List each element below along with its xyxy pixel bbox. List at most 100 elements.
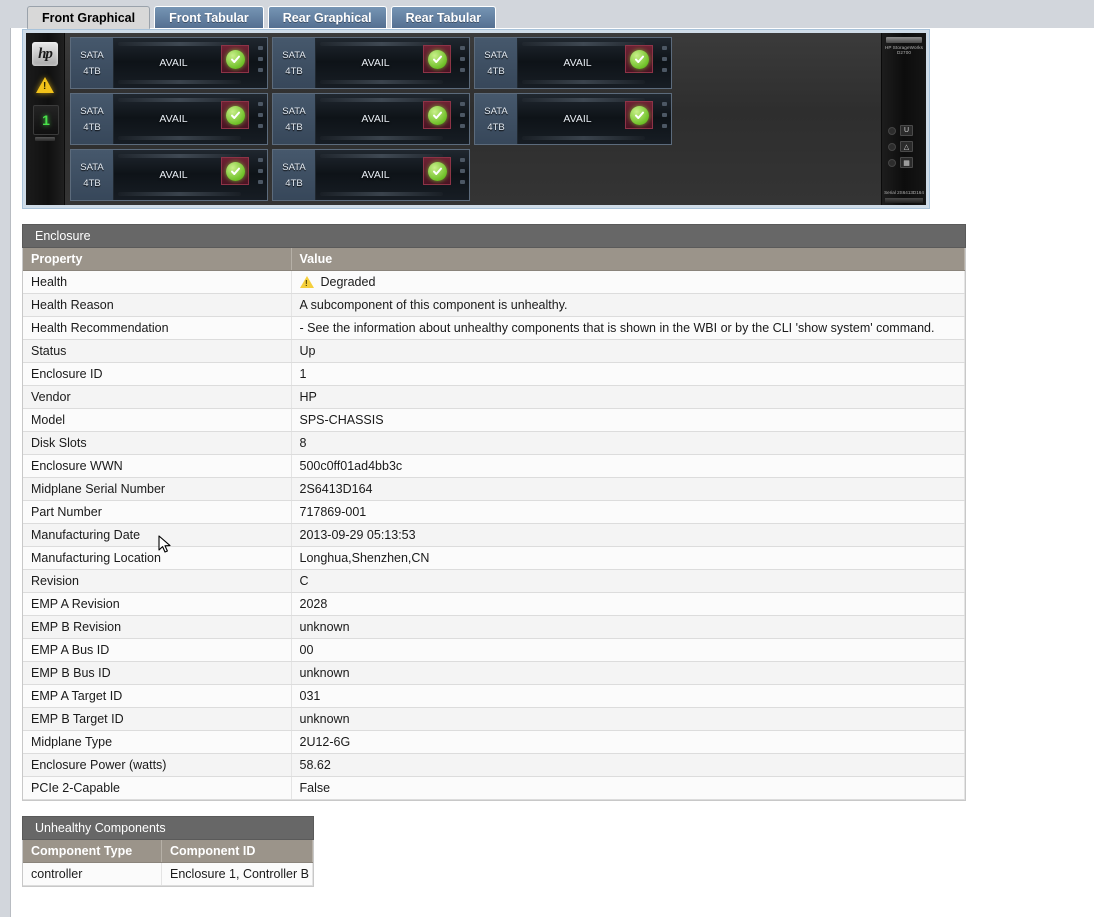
- column-header-property[interactable]: Property: [23, 248, 292, 271]
- disk-bay[interactable]: SATA 4TB AVAIL: [272, 37, 470, 89]
- column-header-component-type[interactable]: Component Type: [23, 840, 162, 863]
- enclosure-graphic[interactable]: hp 1 SATA 4TB AVAIL: [22, 29, 930, 209]
- check-circle-icon: [427, 105, 447, 125]
- enclosure-brand-plate: [886, 37, 922, 43]
- property-name: Disk Slots: [23, 431, 292, 455]
- disk-bay-row: SATA 4TB AVAIL: [70, 93, 680, 145]
- disk-label: SATA 4TB: [71, 150, 114, 200]
- check-circle-icon: [427, 49, 447, 69]
- hp-logo-icon: hp: [32, 42, 58, 66]
- disk-label: SATA 4TB: [475, 94, 518, 144]
- disk-health-badge: [221, 101, 249, 129]
- disk-capacity: 4TB: [487, 121, 505, 133]
- disk-grip-icon: [460, 158, 465, 184]
- enclosure-ear-slot: [35, 137, 55, 141]
- enclosure-properties-table: Property Value Health Degraded: [23, 248, 965, 800]
- property-name: EMP A Revision: [23, 592, 292, 616]
- property-value: C: [291, 569, 965, 593]
- check-circle-icon: [225, 49, 245, 69]
- property-name: Model: [23, 408, 292, 432]
- tab-rear-tabular[interactable]: Rear Tabular: [390, 6, 497, 28]
- property-name: Enclosure ID: [23, 362, 292, 386]
- disk-health-badge: [423, 101, 451, 129]
- enclosure-led-cluster: U △ ▦: [888, 125, 913, 173]
- disk-grip-icon: [258, 46, 263, 72]
- property-value: Longhua,Shenzhen,CN: [291, 546, 965, 570]
- disk-interface: SATA: [484, 49, 508, 61]
- column-header-value[interactable]: Value: [291, 248, 965, 271]
- property-name: Manufacturing Date: [23, 523, 292, 547]
- table-row: PCIe 2-Capable False: [23, 776, 965, 800]
- unhealthy-components-panel: Unhealthy Components Component Type Comp…: [22, 816, 314, 887]
- tab-rear-graphical[interactable]: Rear Graphical: [267, 6, 387, 28]
- disk-face: AVAIL: [114, 38, 267, 88]
- table-header-row: Component Type Component ID: [23, 840, 313, 863]
- table-row: Manufacturing Location Longhua,Shenzhen,…: [23, 546, 965, 570]
- enclosure-panel-title: Enclosure: [22, 224, 966, 248]
- unhealthy-panel-title: Unhealthy Components: [22, 816, 314, 840]
- disk-label: SATA 4TB: [71, 38, 114, 88]
- property-name: Part Number: [23, 500, 292, 524]
- disk-interface: SATA: [282, 161, 306, 173]
- disk-state: AVAIL: [159, 169, 188, 181]
- enclosure-right-ear: HP StorageWorks D2700 U △ ▦ Serial 2S641…: [881, 33, 926, 205]
- unhealthy-components-body: controller Enclosure 1, Controller B: [23, 862, 313, 886]
- disk-bay[interactable]: SATA 4TB AVAIL: [272, 93, 470, 145]
- table-row: Enclosure ID 1: [23, 362, 965, 386]
- disk-state: AVAIL: [159, 113, 188, 125]
- unhealthy-tablebox: Component Type Component ID controller E…: [22, 840, 314, 887]
- disk-bay[interactable]: SATA 4TB AVAIL: [474, 37, 672, 89]
- table-row: Enclosure Power (watts) 58.62: [23, 753, 965, 777]
- table-row: Vendor HP: [23, 385, 965, 409]
- disk-capacity: 4TB: [83, 177, 101, 189]
- property-value: 58.62: [291, 753, 965, 777]
- disk-interface: SATA: [80, 49, 104, 61]
- disk-bay-row: SATA 4TB AVAIL: [70, 149, 680, 201]
- disk-health-badge: [625, 45, 653, 73]
- table-row: Part Number 717869-001: [23, 500, 965, 524]
- table-row: Model SPS-CHASSIS: [23, 408, 965, 432]
- enclosure-properties-panel: Enclosure Property Value Health ! Degrad…: [22, 224, 966, 801]
- disk-grip-icon: [662, 102, 667, 128]
- disk-grip-icon: [460, 46, 465, 72]
- property-name: Enclosure WWN: [23, 454, 292, 478]
- disk-capacity: 4TB: [83, 65, 101, 77]
- property-name: Revision: [23, 569, 292, 593]
- led-locate: ▦: [888, 157, 913, 168]
- disk-label: SATA 4TB: [273, 38, 316, 88]
- table-row: EMP B Revision unknown: [23, 615, 965, 639]
- tab-strip: Front Graphical Front Tabular Rear Graph…: [27, 6, 497, 29]
- property-value: unknown: [291, 661, 965, 685]
- disk-interface: SATA: [80, 161, 104, 173]
- disk-state: AVAIL: [361, 169, 390, 181]
- column-header-component-id[interactable]: Component ID: [161, 840, 313, 863]
- disk-interface: SATA: [80, 105, 104, 117]
- table-row: Health Recommendation - See the informat…: [23, 316, 965, 340]
- disk-bay[interactable]: SATA 4TB AVAIL: [70, 93, 268, 145]
- disk-state: AVAIL: [159, 57, 188, 69]
- enclosure-properties-tablebox: Property Value Health Degraded: [22, 248, 966, 801]
- disk-health-badge: [221, 157, 249, 185]
- check-circle-icon: [427, 161, 447, 181]
- disk-face: AVAIL: [114, 150, 267, 200]
- disk-bay[interactable]: SATA 4TB AVAIL: [474, 93, 672, 145]
- led-fault: △: [888, 141, 913, 152]
- tab-front-graphical[interactable]: Front Graphical: [27, 6, 151, 29]
- disk-bay[interactable]: SATA 4TB AVAIL: [70, 37, 268, 89]
- led-dot-icon: [888, 158, 896, 167]
- table-row: Manufacturing Date 2013-09-29 05:13:53: [23, 523, 965, 547]
- disk-bay[interactable]: SATA 4TB AVAIL: [272, 149, 470, 201]
- property-name: EMP A Target ID: [23, 684, 292, 708]
- tab-front-tabular[interactable]: Front Tabular: [154, 6, 264, 28]
- property-name: Status: [23, 339, 292, 363]
- disk-label: SATA 4TB: [71, 94, 114, 144]
- disk-interface: SATA: [282, 49, 306, 61]
- disk-bay[interactable]: SATA 4TB AVAIL: [70, 149, 268, 201]
- property-value: False: [291, 776, 965, 800]
- property-value: 8: [291, 431, 965, 455]
- disk-label: SATA 4TB: [475, 38, 518, 88]
- property-value: - See the information about unhealthy co…: [291, 316, 965, 340]
- disk-capacity: 4TB: [487, 65, 505, 77]
- property-name: EMP B Target ID: [23, 707, 292, 731]
- enclosure-bottom-bar: [885, 198, 923, 203]
